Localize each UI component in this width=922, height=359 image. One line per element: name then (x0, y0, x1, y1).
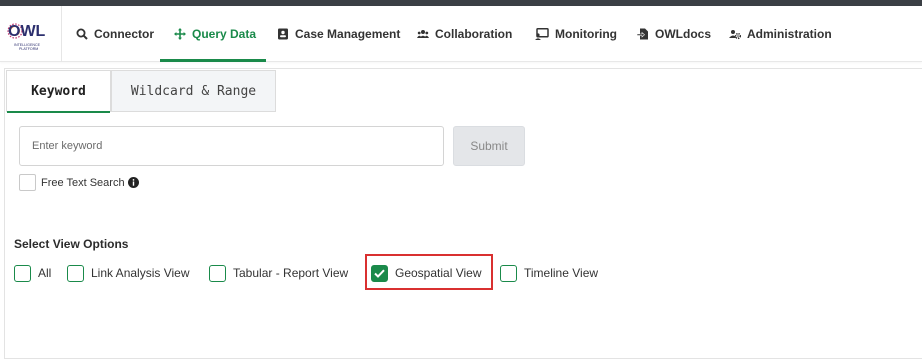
free-text-search-checkbox[interactable] (19, 174, 36, 191)
option-label: Tabular - Report View (233, 266, 349, 280)
checkbox-tabular-report[interactable] (209, 264, 226, 282)
nav-monitoring-label: Monitoring (555, 27, 617, 41)
view-options-title: Select View Options (14, 237, 129, 251)
checkbox-link-analysis[interactable] (67, 264, 84, 282)
nav-administration[interactable]: Administration (729, 6, 832, 62)
view-option-tabular-report[interactable]: Tabular - Report View (209, 262, 348, 284)
option-label: Timeline View (524, 266, 599, 280)
checkbox-timeline[interactable] (500, 264, 517, 282)
info-circle-icon[interactable] (127, 177, 139, 188)
free-text-search-label: Free Text Search (41, 176, 125, 189)
users-cog-icon (729, 30, 741, 40)
owl-logo-icon: OWL INTELLIGENCE PLATFORM (7, 23, 46, 51)
id-card-icon (278, 28, 288, 40)
nav-connector[interactable]: Connector (76, 6, 154, 62)
nav-owldocs-label: OWLdocs (655, 27, 711, 41)
search-icon (76, 28, 88, 40)
nav-connector-label: Connector (94, 27, 154, 41)
query-panel: Keyword Wildcard & Range Submit Free Tex… (4, 68, 922, 359)
move-arrows-icon (174, 28, 186, 40)
submit-button[interactable]: Submit (453, 126, 525, 166)
nav-owldocs[interactable]: OWLdocs (637, 6, 711, 62)
owl-logo[interactable]: OWL INTELLIGENCE PLATFORM (0, 6, 62, 62)
monitor-user-icon (535, 28, 549, 40)
svg-text:OWL: OWL (8, 23, 46, 40)
free-text-search: Free Text Search (19, 174, 139, 191)
tab-wildcard-range[interactable]: Wildcard & Range (111, 70, 276, 112)
keyword-input[interactable] (19, 126, 444, 166)
tab-keyword[interactable]: Keyword (6, 70, 111, 113)
view-option-timeline[interactable]: Timeline View (500, 262, 598, 284)
option-label: All (38, 266, 52, 280)
nav-case-management[interactable]: Case Management (277, 6, 400, 62)
nav-case-management-label: Case Management (295, 27, 401, 41)
users-icon (417, 30, 429, 38)
nav-monitoring[interactable]: Monitoring (535, 6, 617, 62)
nav-collaboration[interactable]: Collaboration (417, 6, 512, 62)
nav-query-data[interactable]: Query Data (159, 6, 267, 62)
svg-text:PLATFORM: PLATFORM (19, 47, 38, 51)
doc-arrow-icon (637, 28, 648, 40)
nav-administration-label: Administration (747, 27, 832, 41)
checkbox-all[interactable] (14, 264, 31, 282)
view-option-link-analysis[interactable]: Link Analysis View (67, 262, 190, 284)
top-navbar: OWL INTELLIGENCE PLATFORM Connector Quer… (0, 6, 922, 62)
view-option-all[interactable]: All (14, 262, 51, 284)
highlight-box (365, 254, 493, 290)
option-label: Link Analysis View (91, 266, 190, 280)
nav-query-data-label: Query Data (192, 27, 257, 41)
nav-collaboration-label: Collaboration (435, 27, 513, 41)
